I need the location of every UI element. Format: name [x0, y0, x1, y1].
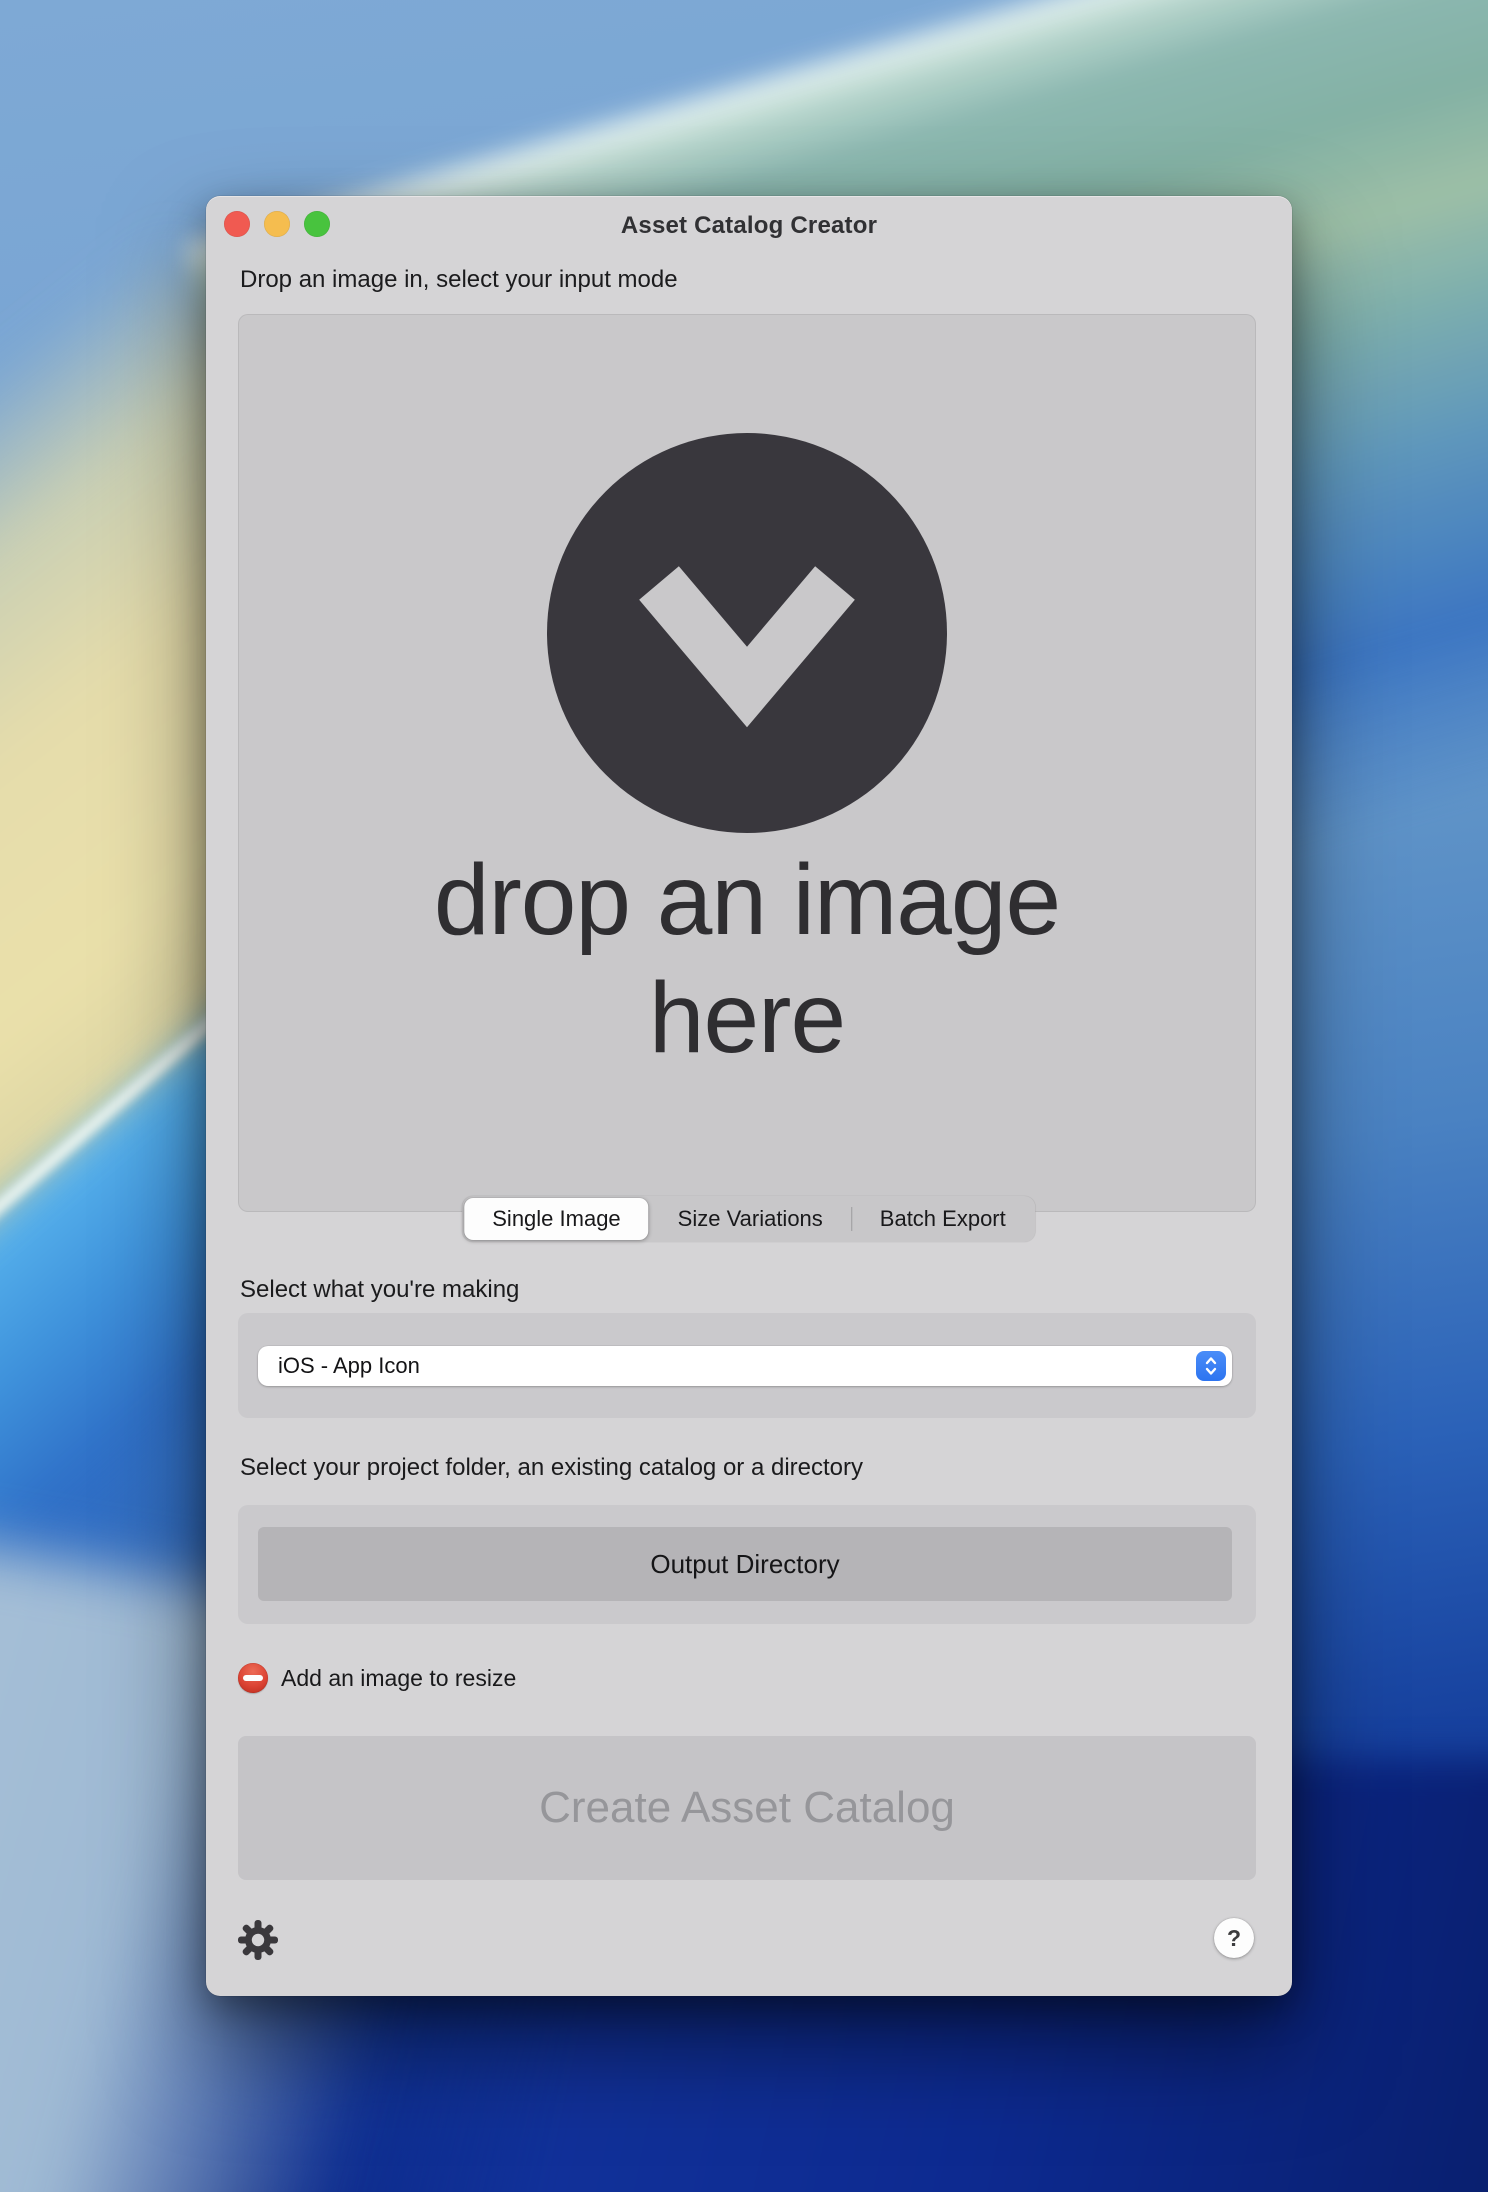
app-window: Asset Catalog Creator Drop an image in, … [206, 196, 1292, 1996]
folder-label: Select your project folder, an existing … [240, 1454, 863, 1481]
image-dropzone[interactable]: drop an image here [238, 314, 1256, 1212]
folder-panel: Output Directory [238, 1505, 1256, 1624]
window-title: Asset Catalog Creator [620, 212, 878, 239]
status-row: Add an image to resize [238, 1658, 516, 1698]
popup-stepper-icon [1196, 1351, 1226, 1381]
making-select[interactable]: iOS - App Icon [258, 1346, 1232, 1386]
no-entry-icon [238, 1663, 268, 1693]
segment-single-image[interactable]: Single Image [464, 1198, 649, 1240]
gear-icon [238, 1920, 278, 1960]
making-label: Select what you're making [240, 1276, 520, 1303]
output-directory-button[interactable]: Output Directory [258, 1527, 1232, 1601]
input-mode-segmented-control: Single Image Size Variations Batch Expor… [462, 1196, 1036, 1242]
chevron-down-circle-icon [547, 433, 947, 833]
dropzone-text: drop an image here [433, 844, 1061, 1074]
desktop: Asset Catalog Creator Drop an image in, … [0, 0, 1488, 2192]
segment-size-variations[interactable]: Size Variations [650, 1198, 851, 1240]
window-titlebar[interactable]: Asset Catalog Creator [206, 196, 1292, 256]
segment-batch-export[interactable]: Batch Export [852, 1198, 1034, 1240]
input-mode-label: Drop an image in, select your input mode [240, 266, 678, 293]
create-asset-catalog-button[interactable]: Create Asset Catalog [238, 1736, 1256, 1880]
making-panel: iOS - App Icon [238, 1313, 1256, 1418]
making-select-value: iOS - App Icon [278, 1353, 420, 1378]
help-button[interactable]: ? [1214, 1918, 1254, 1958]
settings-button[interactable] [236, 1918, 280, 1962]
status-text: Add an image to resize [281, 1664, 517, 1691]
